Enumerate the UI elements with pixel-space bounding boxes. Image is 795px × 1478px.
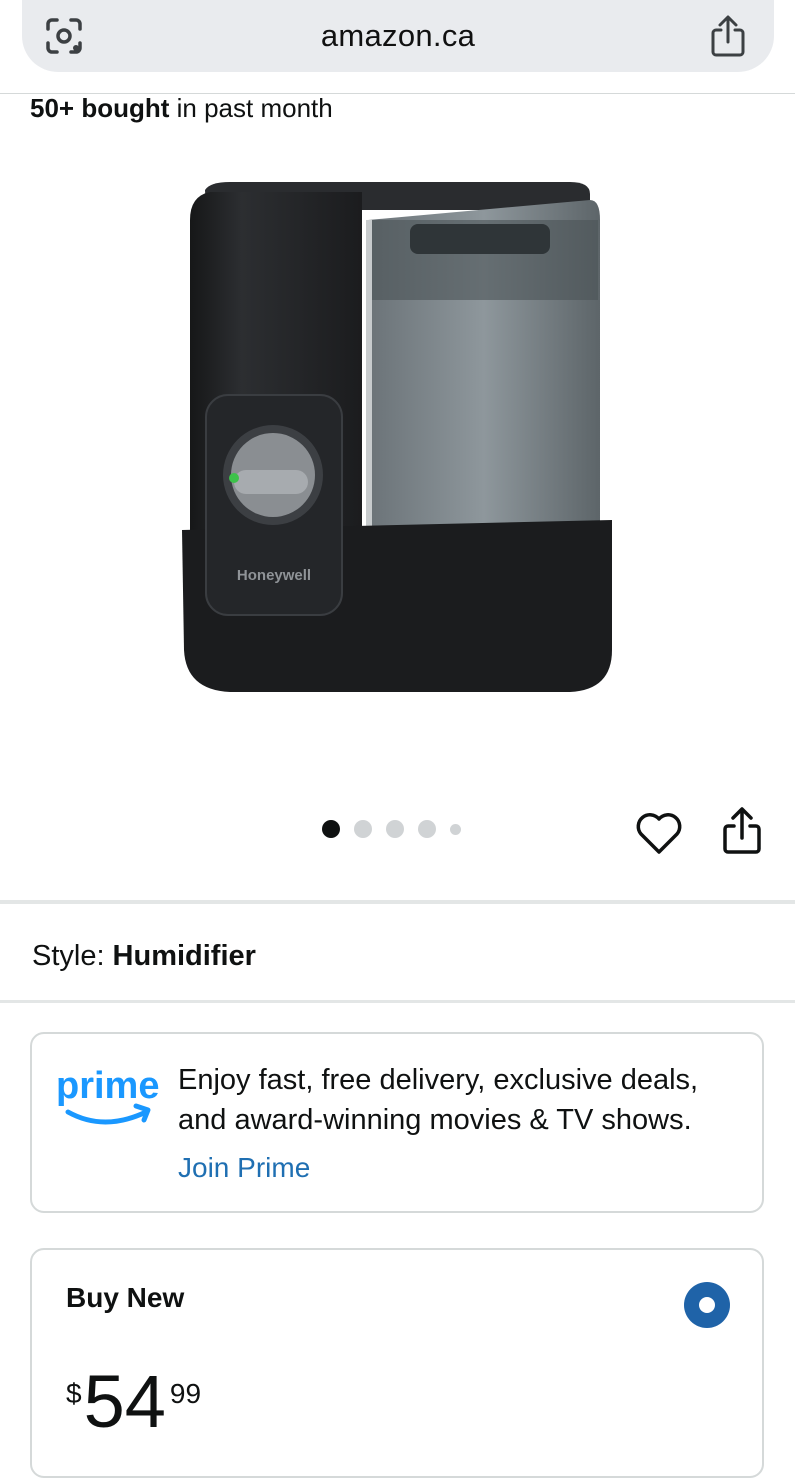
carousel-dot[interactable]	[322, 820, 340, 838]
heart-icon[interactable]	[635, 810, 683, 856]
address-bar[interactable]: amazon.ca	[22, 0, 774, 72]
carousel-dot[interactable]	[354, 820, 372, 838]
prime-promo-card[interactable]: prime Enjoy fast, free delivery, exclusi…	[30, 1032, 764, 1213]
carousel-dot[interactable]	[418, 820, 436, 838]
carousel-dot[interactable]	[450, 823, 461, 835]
url-text[interactable]: amazon.ca	[321, 18, 475, 54]
bought-count: 50+ bought	[30, 93, 170, 123]
buy-new-option[interactable]: Buy New $ 54 99	[30, 1248, 764, 1478]
prime-logo: prime	[56, 1065, 159, 1125]
price: $ 54 99	[66, 1362, 201, 1442]
price-currency: $	[66, 1378, 82, 1409]
style-selector[interactable]: Style: Humidifier	[32, 937, 256, 975]
camera-lens-icon[interactable]	[44, 16, 84, 56]
style-label: Style:	[32, 940, 105, 972]
price-fraction: 99	[169, 1378, 202, 1409]
style-value: Humidifier	[112, 940, 256, 972]
radio-selected-icon[interactable]	[684, 1282, 730, 1328]
section-divider	[0, 900, 795, 904]
price-whole: 54	[83, 1360, 166, 1443]
section-divider	[0, 1000, 795, 1003]
humidifier-product-image[interactable]: Honeywell	[170, 170, 620, 710]
image-carousel-indicator[interactable]	[322, 820, 461, 838]
share-icon[interactable]	[720, 806, 764, 856]
prime-message: Enjoy fast, free delivery, exclusive dea…	[178, 1064, 699, 1136]
bought-count-text: 50+ bought in past month	[30, 92, 333, 124]
brand-logo: Honeywell	[237, 567, 311, 584]
buy-new-title: Buy New	[66, 1282, 185, 1313]
carousel-dot[interactable]	[386, 820, 404, 838]
bought-suffix: in past month	[169, 93, 333, 123]
prime-logo-text: prime	[56, 1065, 159, 1107]
share-icon[interactable]	[708, 14, 748, 58]
join-prime-link[interactable]: Join Prime	[178, 1152, 310, 1184]
